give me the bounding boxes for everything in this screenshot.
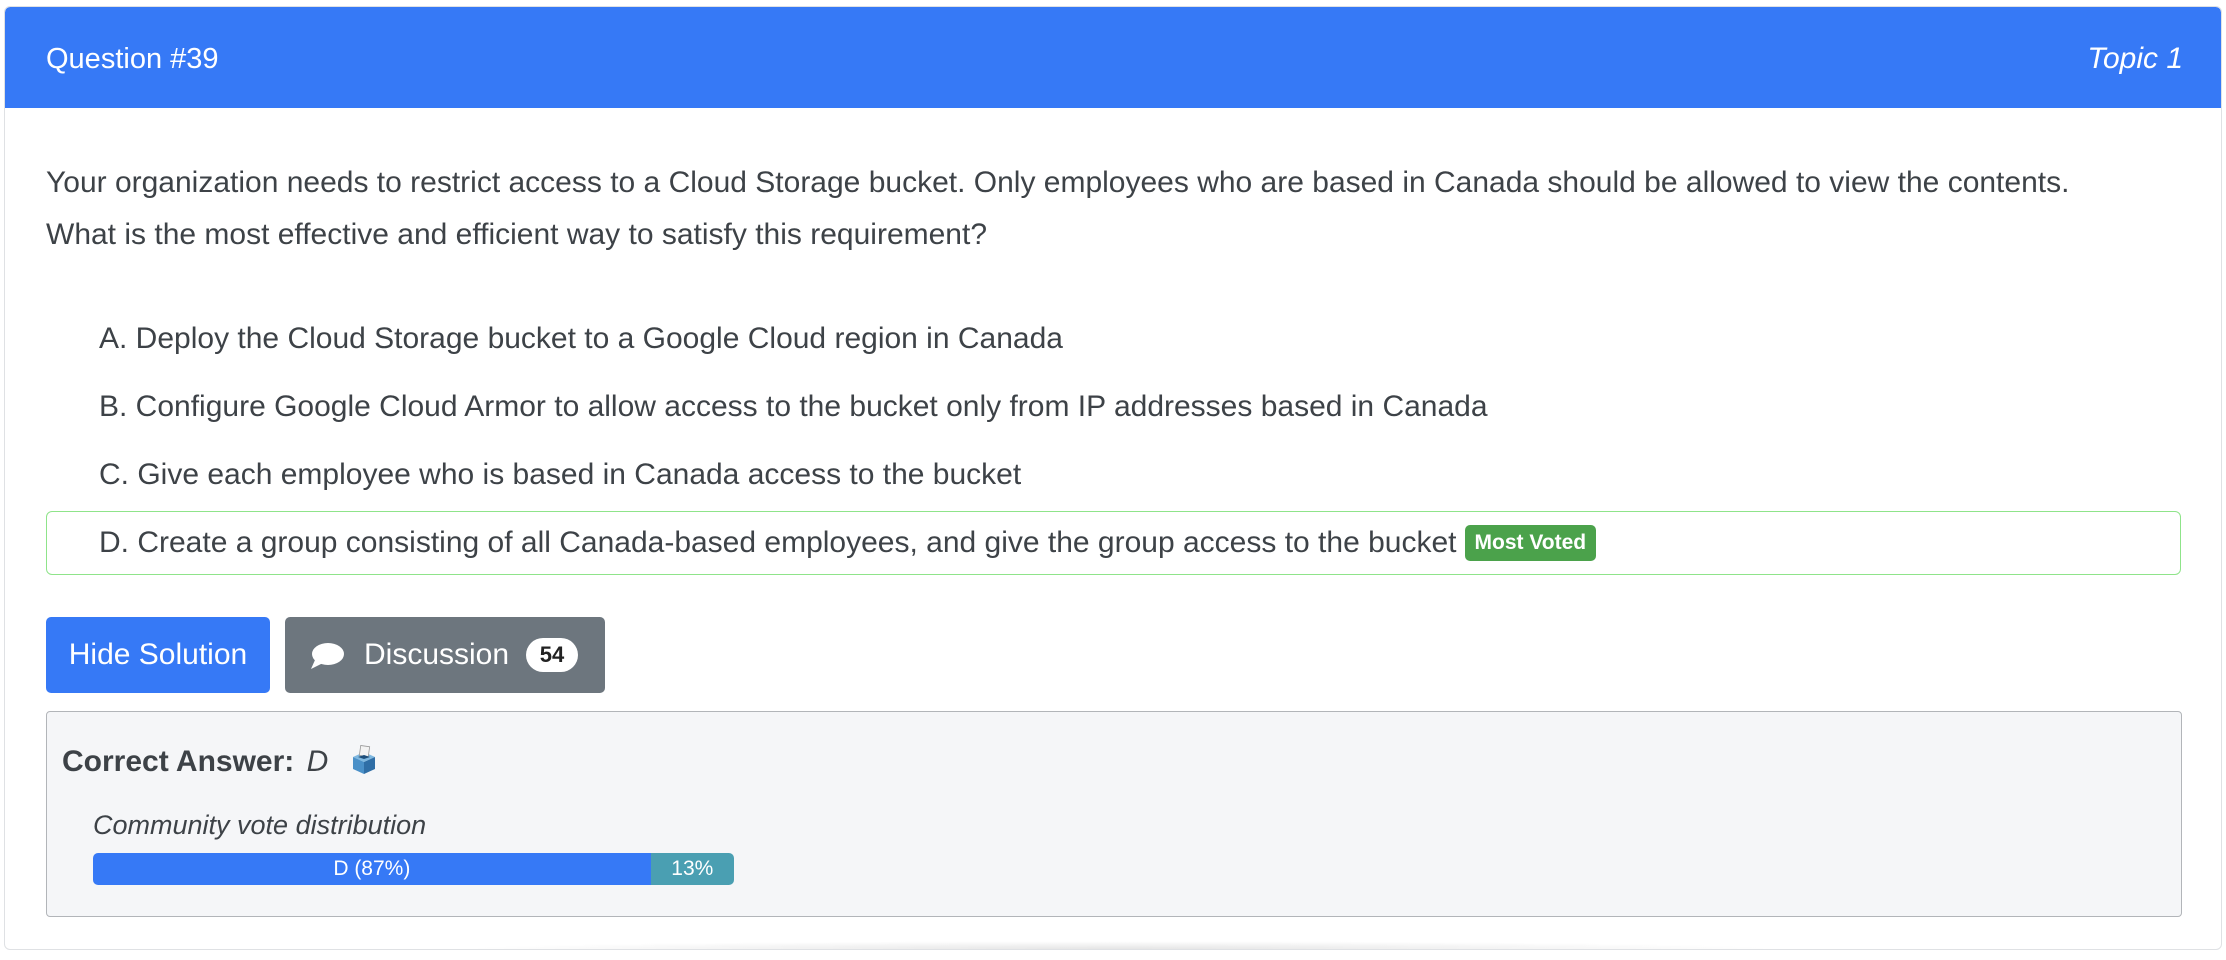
question-card: Question #39 Topic 1 Your organization n… — [4, 6, 2222, 950]
question-line-2: What is the most effective and efficient… — [46, 218, 988, 251]
question-text: Your organization needs to restrict acce… — [46, 157, 2166, 261]
vote-distribution-title: Community vote distribution — [93, 810, 427, 840]
most-voted-badge: Most Voted — [1464, 525, 1597, 561]
choice-a-text: A. Deploy the Cloud Storage bucket to a … — [99, 322, 1063, 355]
ballot-box-icon — [352, 745, 375, 774]
correct-answer-value: D — [306, 745, 329, 778]
topic-label: Topic 1 — [2087, 42, 2183, 75]
card-shadow — [455, 941, 1785, 949]
correct-answer-label: Correct Answer: — [62, 745, 295, 778]
discussion-count-badge: 54 — [526, 638, 578, 672]
choice-d[interactable]: D. Create a group consisting of all Cana… — [46, 511, 2181, 575]
choice-c[interactable]: C. Give each employee who is based in Ca… — [46, 443, 2181, 507]
question-line-1: Your organization needs to restrict acce… — [46, 166, 2070, 199]
choice-a[interactable]: A. Deploy the Cloud Storage bucket to a … — [46, 307, 2181, 371]
choice-d-text: D. Create a group consisting of all Cana… — [99, 526, 1457, 559]
discussion-label: Discussion — [364, 638, 510, 671]
hide-solution-button[interactable]: Hide Solution — [46, 617, 270, 693]
vote-distribution-bar: D (87%) 13% — [93, 853, 734, 885]
choice-b-text: B. Configure Google Cloud Armor to allow… — [99, 390, 1488, 423]
question-number: Question #39 — [46, 43, 219, 75]
choice-b[interactable]: B. Configure Google Cloud Armor to allow… — [46, 375, 2181, 439]
question-header: Question #39 Topic 1 — [5, 7, 2221, 108]
discussion-button[interactable]: Discussion 54 — [285, 617, 605, 693]
choice-c-text: C. Give each employee who is based in Ca… — [99, 458, 1022, 491]
correct-answer-line: Correct Answer: D — [62, 742, 379, 782]
vote-segment-0: D (87%) — [93, 853, 651, 885]
solution-panel: Correct Answer: D Community vote distrib… — [46, 711, 2182, 917]
vote-segment-1: 13% — [650, 853, 734, 885]
chat-bubble-icon — [311, 643, 344, 669]
